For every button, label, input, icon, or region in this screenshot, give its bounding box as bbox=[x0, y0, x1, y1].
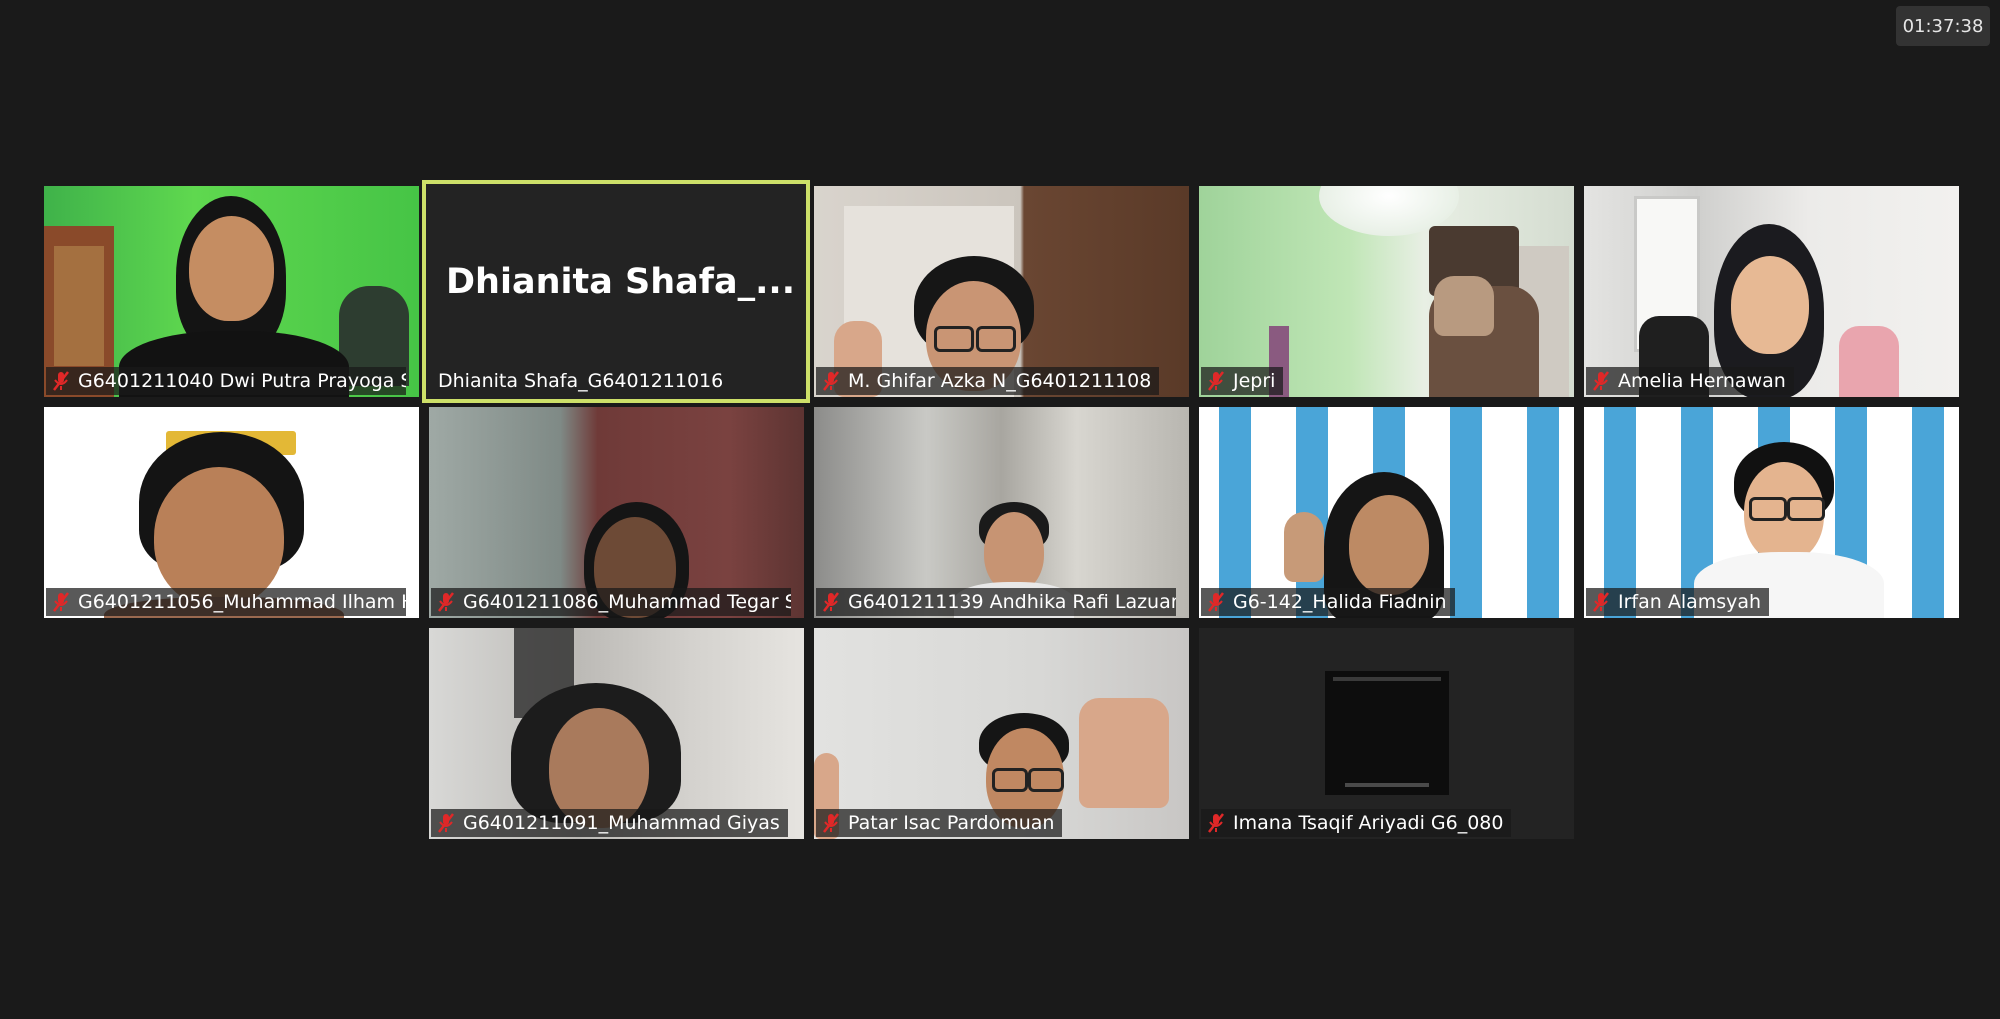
participant-name-placeholder: Dhianita Shafa_... bbox=[446, 262, 796, 302]
mic-muted-icon bbox=[1208, 813, 1224, 833]
video-feed bbox=[429, 407, 804, 618]
video-tile[interactable]: M. Ghifar Azka N_G6401211108 bbox=[814, 186, 1189, 397]
participant-name: Imana Tsaqif Ariyadi G6_080 bbox=[1201, 809, 1512, 837]
video-feed bbox=[429, 628, 804, 839]
mic-muted-icon bbox=[438, 813, 454, 833]
video-feed bbox=[1199, 407, 1574, 618]
participant-name: G6401211056_Muhammad Ilham Ha... bbox=[46, 588, 406, 616]
mic-muted-icon bbox=[1208, 592, 1224, 612]
video-feed bbox=[814, 628, 1189, 839]
video-feed bbox=[1584, 186, 1959, 397]
participant-name: Amelia Hernawan bbox=[1586, 367, 1794, 395]
participant-name: G6401211040 Dwi Putra Prayoga Sul... bbox=[46, 367, 406, 395]
participant-name-label: Amelia Hernawan bbox=[1618, 370, 1786, 392]
video-tile[interactable]: G6401211091_Muhammad Giyas bbox=[429, 628, 804, 839]
participant-name-label: G6401211040 Dwi Putra Prayoga Sul... bbox=[78, 370, 406, 392]
meeting-timer: 01:37:38 bbox=[1896, 6, 1990, 46]
mic-muted-icon bbox=[823, 371, 839, 391]
mic-muted-icon bbox=[1593, 592, 1609, 612]
video-tile[interactable]: G6-142_Halida Fiadnin bbox=[1199, 407, 1574, 618]
participant-name-label: Jepri bbox=[1233, 370, 1276, 392]
video-tile[interactable]: G6401211086_Muhammad Tegar San... bbox=[429, 407, 804, 618]
participant-name: G6-142_Halida Fiadnin bbox=[1201, 588, 1455, 616]
participant-name-label: G6-142_Halida Fiadnin bbox=[1233, 591, 1447, 613]
mic-muted-icon bbox=[1593, 371, 1609, 391]
video-tile[interactable]: G6401211139 Andhika Rafi Lazuardi bbox=[814, 407, 1189, 618]
participant-name-label: Patar Isac Pardomuan bbox=[848, 812, 1055, 834]
video-feed bbox=[1199, 628, 1574, 839]
video-tile[interactable]: G6401211056_Muhammad Ilham Ha... bbox=[44, 407, 419, 618]
participant-name: M. Ghifar Azka N_G6401211108 bbox=[816, 367, 1160, 395]
profile-thumbnail bbox=[1325, 671, 1449, 795]
video-feed bbox=[814, 407, 1189, 618]
participant-name: Irfan Alamsyah bbox=[1586, 588, 1770, 616]
video-tile[interactable]: Irfan Alamsyah bbox=[1584, 407, 1959, 618]
mic-muted-icon bbox=[1208, 371, 1224, 391]
video-tile[interactable]: Amelia Hernawan bbox=[1584, 186, 1959, 397]
mic-muted-icon bbox=[53, 592, 69, 612]
participant-name-label: G6401211091_Muhammad Giyas bbox=[463, 812, 780, 834]
video-feed bbox=[1199, 186, 1574, 397]
participant-name: G6401211091_Muhammad Giyas bbox=[431, 809, 788, 837]
participant-name-label: G6401211056_Muhammad Ilham Ha... bbox=[78, 591, 406, 613]
video-feed bbox=[1584, 407, 1959, 618]
participant-name-label: Imana Tsaqif Ariyadi G6_080 bbox=[1233, 812, 1504, 834]
participant-name: Patar Isac Pardomuan bbox=[816, 809, 1063, 837]
mic-muted-icon bbox=[823, 592, 839, 612]
video-tile[interactable]: Patar Isac Pardomuan bbox=[814, 628, 1189, 839]
participant-name-label: G6401211139 Andhika Rafi Lazuardi bbox=[848, 591, 1176, 613]
video-tile-active-speaker[interactable]: Dhianita Shafa_... Dhianita Shafa_G64012… bbox=[422, 180, 810, 403]
participant-name: Dhianita Shafa_G6401211016 bbox=[432, 367, 731, 395]
participant-name: G6401211086_Muhammad Tegar San... bbox=[431, 588, 791, 616]
video-tile[interactable]: G6401211040 Dwi Putra Prayoga Sul... bbox=[44, 186, 419, 397]
participant-name-label: Irfan Alamsyah bbox=[1618, 591, 1762, 613]
participant-name-label: Dhianita Shafa_G6401211016 bbox=[438, 370, 724, 392]
video-tile[interactable]: Imana Tsaqif Ariyadi G6_080 bbox=[1199, 628, 1574, 839]
video-feed bbox=[44, 186, 419, 397]
participant-name-label: M. Ghifar Azka N_G6401211108 bbox=[848, 370, 1152, 392]
participant-name: Jepri bbox=[1201, 367, 1284, 395]
participant-name: G6401211139 Andhika Rafi Lazuardi bbox=[816, 588, 1176, 616]
video-tile[interactable]: Jepri bbox=[1199, 186, 1574, 397]
video-feed bbox=[44, 407, 419, 618]
participant-name-label: G6401211086_Muhammad Tegar San... bbox=[463, 591, 791, 613]
mic-muted-icon bbox=[438, 592, 454, 612]
video-feed bbox=[814, 186, 1189, 397]
mic-muted-icon bbox=[53, 371, 69, 391]
mic-muted-icon bbox=[823, 813, 839, 833]
